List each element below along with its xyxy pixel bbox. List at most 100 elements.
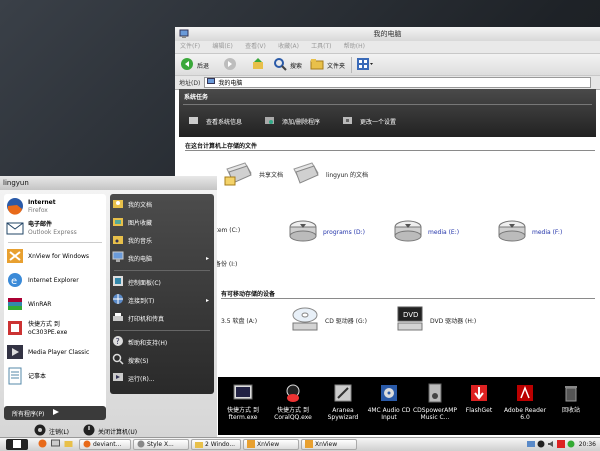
recent-winrar[interactable]: WinRAR [6,294,106,316]
dock-item-flashget[interactable]: FlashGet [456,383,502,414]
printer-icon [112,311,124,325]
back-button[interactable]: 后退 [180,57,209,73]
search-icon [273,57,287,73]
dock-item-fterm[interactable]: 快捷方式 到 fterm.exe [220,383,266,421]
taskbar-item-xnview-2[interactable]: XnView [301,439,357,450]
recent-notepad[interactable]: 记事本 [6,366,106,388]
dock-item-coralqq[interactable]: 快捷方式 到 CoralQQ.exe [270,383,316,421]
recent-media-player[interactable]: Media Player Classic [6,342,106,364]
pinned-firefox[interactable]: Internet Firefox [6,196,106,218]
place-help[interactable]: ? 帮助和支持(H) [112,334,212,350]
taskbar-item-stylexp[interactable]: Style X... [133,439,189,450]
dock-label: Aranea Spywizard [327,407,359,421]
dock-item-audio-cd[interactable]: 4MC Audio CD Input [366,383,412,421]
help-icon: ? [112,335,124,349]
qq-tray-icon[interactable] [537,440,545,450]
music-folder-icon [112,233,124,247]
place-printers[interactable]: 打印机和传真 [112,310,212,326]
control-panel-icon [112,275,124,289]
xnview-icon [305,440,313,449]
place-run[interactable]: 运行(R)... [112,370,212,386]
place-search[interactable]: 搜索(S) [112,352,212,368]
ie-icon: e [6,271,24,291]
shutdown-button[interactable]: 关闭计算机(U) [83,424,137,438]
search-button[interactable]: 搜索 [273,57,302,73]
clock[interactable]: 20:36 [579,441,596,448]
menu-view[interactable]: 查看(V) [240,41,271,53]
menu-file[interactable]: 文件(F) [175,41,205,53]
section-removable-title: 有可移动存储的设备 [221,291,276,298]
logoff-button[interactable]: 注销(L) [34,424,69,438]
up-button[interactable] [251,57,265,73]
start-menu: lingyun Internet Firefox 电子邮件 Outlook Expr… [0,176,217,438]
views-button[interactable] [357,58,374,72]
firefox-quicklaunch-icon[interactable] [38,439,47,450]
taskbar-item-xnview-1[interactable]: XnView [243,439,299,450]
flashget-tray-icon[interactable] [556,439,565,450]
winrar-icon [6,295,24,315]
place-my-pictures[interactable]: 图片收藏 [112,214,212,230]
start-button[interactable] [6,439,28,450]
settings-icon [343,116,352,127]
menu-tools[interactable]: 工具(T) [306,41,336,53]
place-my-computer[interactable]: 我的电脑 ▸ [112,250,212,266]
folder-quicklaunch-icon[interactable] [64,439,73,450]
menu-favorites[interactable]: 收藏(A) [273,41,304,53]
task-change-setting[interactable]: 更改一个设置 [343,116,396,127]
run-icon [112,371,124,385]
dock-bar: 快捷方式 到 fterm.exe 快捷方式 到 CoralQQ.exe Aran… [218,377,600,435]
menu-edit[interactable]: 编辑(E) [207,41,237,53]
all-programs-button[interactable]: 所有程序(P) [4,406,106,420]
recent-xnview[interactable]: XnView for Windows [6,246,106,268]
desktop-quicklaunch-icon[interactable] [51,439,60,450]
place-control-panel[interactable]: 控制面板(C) [112,274,212,290]
task-add-remove-programs[interactable]: 添加/删除程序 [265,116,320,127]
toolbar: 后退 搜索 文件夹 [175,53,600,76]
drive-e[interactable]: media (E:) [393,219,459,245]
mail-icon [6,219,24,239]
dock-label: 快捷方式 到 CoralQQ.exe [274,407,312,421]
window-titlebar[interactable]: 我的电脑 [175,27,600,41]
start-menu-divider [114,330,210,331]
dock-item-poweramp[interactable]: CDSpowerAMP Music C... [412,383,458,421]
pinned-email[interactable]: 电子邮件 Outlook Express [6,218,106,240]
dock-item-adobe-reader[interactable]: Adobe Reader 6.0 [502,383,548,421]
dock-label: FlashGet [465,407,493,414]
system-tray: 20:36 [526,439,596,450]
shared-documents-item[interactable]: 共享文档 [223,159,283,189]
security-tray-icon[interactable] [567,440,575,450]
menu-help[interactable]: 帮助(H) [339,41,370,53]
folders-button[interactable]: 文件夹 [310,57,345,73]
submenu-arrow-icon: ▸ [205,254,209,262]
address-input[interactable]: 我的电脑 [204,77,592,88]
place-connect-to[interactable]: 连接到(T) ▸ [112,292,212,308]
cd-drive[interactable]: CD 驱动器 (G:) [290,305,367,335]
user-documents-item[interactable]: lingyun 的文档 [290,159,368,189]
drive-d[interactable]: programs (D:) [288,219,365,245]
dvd-drive[interactable]: DVD DVD 驱动器 (H:) [395,305,476,335]
dock-item-spywizard[interactable]: Aranea Spywizard [320,383,366,421]
system-tasks-title: 系统任务 [184,94,209,101]
start-menu-programs-panel: Internet Firefox 电子邮件 Outlook Express XnVi… [4,194,106,418]
drive-f[interactable]: media (F:) [497,219,562,245]
recent-ie[interactable]: e Internet Explorer [6,270,106,292]
place-my-music[interactable]: 我的音乐 [112,232,212,248]
taskbar-item-windows-group[interactable]: 2 Windo... [191,439,241,450]
task-view-system-info[interactable]: 查看系统信息 [189,116,242,127]
place-my-documents[interactable]: 我的文档 [112,196,212,212]
system-tasks-panel: 系统任务 查看系统信息 添加/删除程序 更改一个设置 [179,89,596,137]
address-label: 地址(D) [179,80,201,87]
firefox-icon [6,197,24,217]
taskbar-item-deviantart[interactable]: deviant... [79,439,131,450]
flashget-icon [456,383,502,405]
coralqq-icon [270,383,316,405]
hard-drive-icon [393,219,423,245]
floppy-drive[interactable]: 3.5 软盘 (A:) [221,316,257,325]
recent-shortcut[interactable]: 快捷方式 到 oC303PE.exe [6,318,106,340]
start-menu-username: lingyun [0,176,217,190]
volume-tray-icon[interactable] [547,440,555,450]
dock-item-recycle-bin[interactable]: 回收站 [548,383,594,414]
svg-text:DVD: DVD [403,311,418,319]
forward-button[interactable] [223,57,237,73]
network-tray-icon[interactable] [526,440,535,450]
